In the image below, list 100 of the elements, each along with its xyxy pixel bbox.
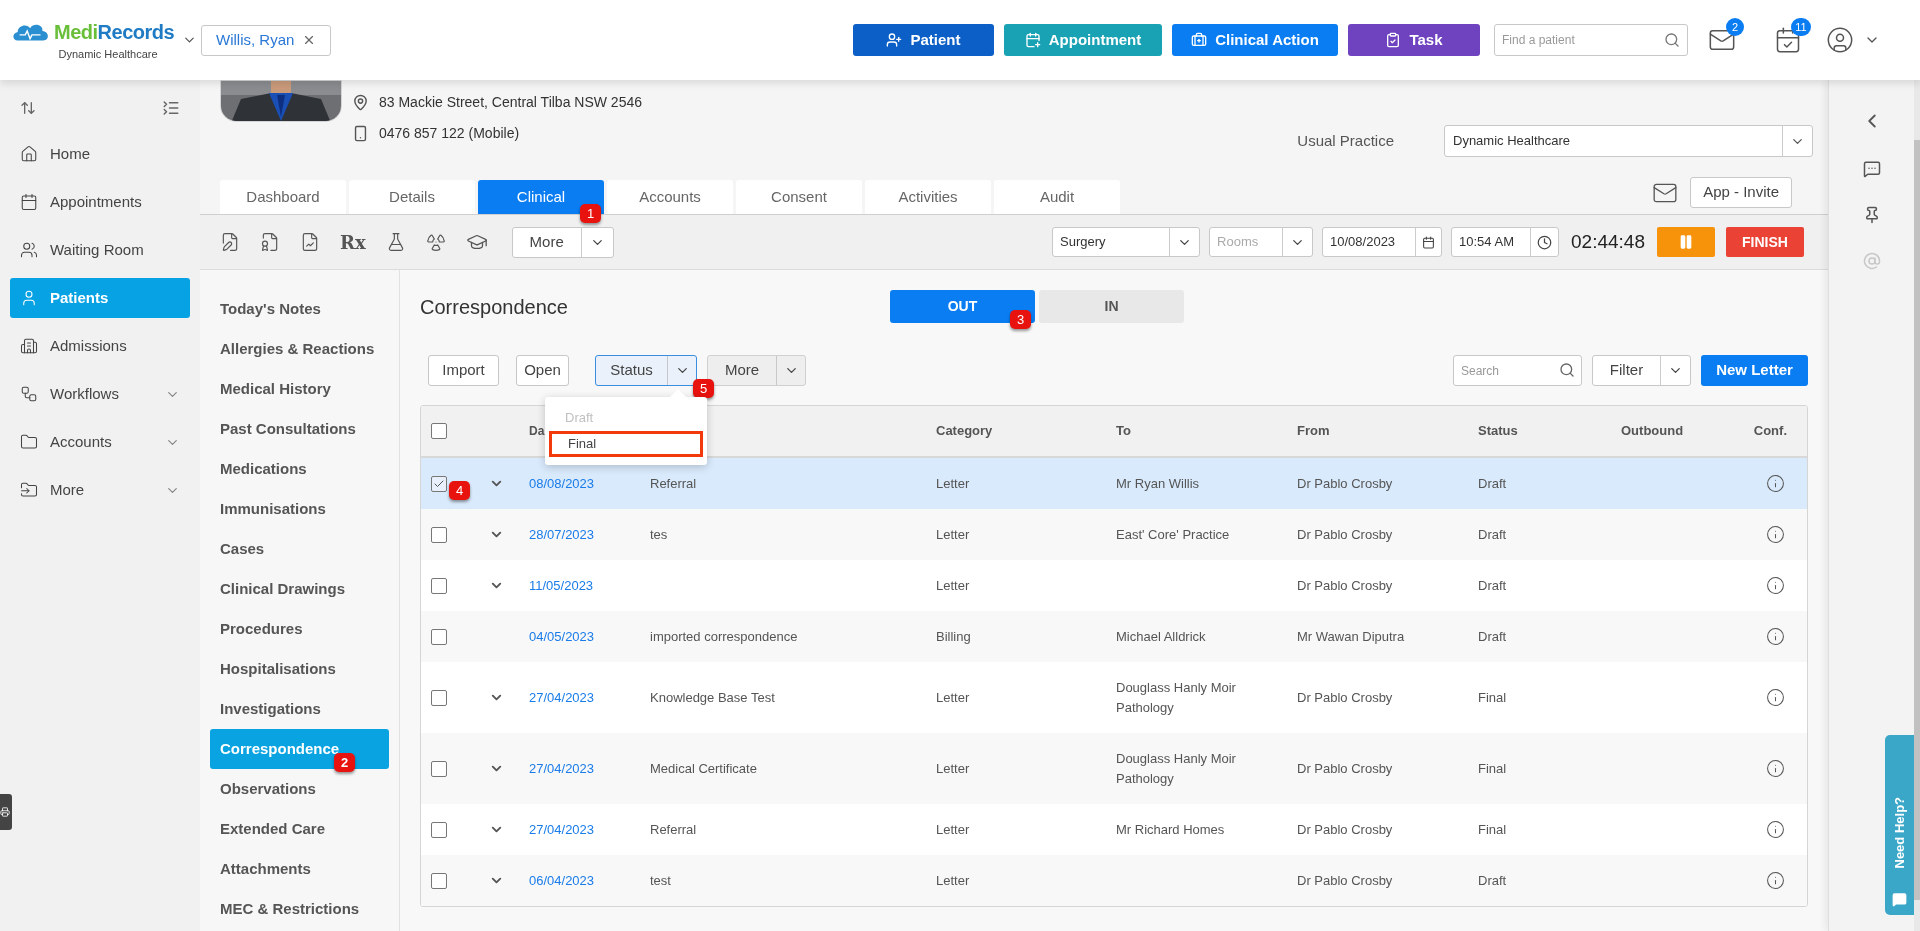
direction-tab[interactable]: IN bbox=[1039, 290, 1184, 323]
table-cell: Michael Alldrick bbox=[1116, 628, 1206, 644]
note-edit-icon[interactable] bbox=[220, 232, 240, 252]
clinical-nav-item[interactable]: Past Consultations bbox=[210, 409, 389, 449]
chat-icon[interactable] bbox=[1862, 160, 1881, 178]
open-button[interactable]: Open bbox=[516, 355, 569, 386]
user-avatar-icon[interactable] bbox=[1826, 26, 1854, 54]
practice-select[interactable]: Dynamic Healthcare bbox=[1444, 125, 1813, 157]
date-link[interactable]: 08/08/2023 bbox=[529, 475, 595, 491]
action-button[interactable]: Clinical Action bbox=[1172, 24, 1338, 56]
table-row[interactable]: 4 08/08/2023 Referral Letter Mr Ryan Willis Dr Pablo Crosby Draft bbox=[421, 458, 1807, 509]
clinical-nav-item[interactable]: Today's Notes bbox=[210, 289, 389, 329]
info-icon[interactable] bbox=[1766, 525, 1785, 544]
row-checkbox[interactable] bbox=[431, 526, 447, 543]
tab[interactable]: Dashboard bbox=[220, 180, 346, 214]
table-cell: Mr Richard Homes bbox=[1116, 821, 1225, 837]
clinical-nav-item[interactable]: Immunisations bbox=[210, 489, 389, 529]
nav-icon bbox=[20, 337, 38, 355]
date-link[interactable]: 27/04/2023 bbox=[529, 689, 595, 705]
patient-tab[interactable]: Willis, Ryan bbox=[201, 24, 332, 56]
import-button[interactable]: Import bbox=[428, 355, 499, 386]
clinical-nav-item[interactable]: Clinical Drawings bbox=[210, 569, 389, 609]
search-icon bbox=[1664, 32, 1680, 48]
action-button[interactable]: Task bbox=[1348, 24, 1480, 56]
info-icon[interactable] bbox=[1766, 759, 1785, 778]
table-row[interactable]: 28/07/2023 tes Letter East' Core' Practice Dr Pablo Crosby Draft bbox=[421, 509, 1807, 560]
date-link[interactable]: 28/07/2023 bbox=[529, 526, 595, 542]
row-checkbox[interactable] bbox=[431, 760, 447, 777]
more-split-button[interactable]: More bbox=[707, 355, 806, 386]
collapse-icon[interactable] bbox=[162, 99, 180, 117]
tab[interactable]: Consent bbox=[736, 180, 862, 214]
sidebar-item[interactable]: Accounts bbox=[10, 422, 190, 462]
info-icon[interactable] bbox=[1766, 627, 1785, 646]
location-pin-icon bbox=[352, 94, 369, 111]
filter-split-button[interactable]: Filter bbox=[1592, 355, 1691, 386]
patient-search-field[interactable]: Find a patient bbox=[1494, 24, 1688, 56]
date-field[interactable]: 10/08/2023 bbox=[1322, 227, 1443, 257]
clinical-nav-item[interactable]: Correspondence 2 bbox=[210, 729, 389, 769]
table-cell: Letter bbox=[936, 577, 970, 593]
sidebar-item[interactable]: Appointments bbox=[10, 182, 190, 222]
clinical-nav-item[interactable]: Investigations bbox=[210, 689, 389, 729]
date-link[interactable]: 27/04/2023 bbox=[529, 821, 595, 837]
prescription-symbol[interactable]: Rx bbox=[340, 228, 366, 256]
nav-icon bbox=[20, 289, 38, 307]
nav-icon bbox=[20, 193, 38, 211]
info-icon[interactable] bbox=[1766, 474, 1785, 493]
location-select[interactable]: Surgery bbox=[1052, 227, 1201, 257]
row-checkbox[interactable] bbox=[431, 628, 447, 645]
radiation-icon[interactable] bbox=[425, 232, 446, 252]
new-letter-button[interactable]: New Letter bbox=[1701, 355, 1808, 386]
date-link[interactable]: 11/05/2023 bbox=[529, 577, 594, 593]
table-row[interactable]: 04/05/2023 imported correspondence Billing Michael Alldrick Mr Wawan Diputra Draft bbox=[421, 611, 1807, 662]
clinical-nav-item[interactable]: Attachments bbox=[210, 849, 389, 889]
table-row[interactable]: 06/04/2023 test Letter Dr Pablo Crosby Draft bbox=[421, 855, 1807, 906]
tab[interactable]: Audit bbox=[994, 180, 1120, 214]
sidebar-item[interactable]: Admissions bbox=[10, 326, 190, 366]
more-split-button[interactable]: More bbox=[511, 226, 614, 258]
info-icon[interactable] bbox=[1766, 820, 1785, 839]
app-invite-button[interactable]: App - Invite bbox=[1690, 177, 1792, 208]
table-row[interactable]: 27/04/2023 Medical Certificate Letter Douglass Hanly Moir Pathology Dr Pablo Crosby Final bbox=[421, 733, 1807, 804]
up-down-arrow-icon[interactable] bbox=[20, 100, 36, 116]
date-link[interactable]: 27/04/2023 bbox=[529, 760, 595, 776]
row-checkbox[interactable] bbox=[431, 577, 447, 594]
action-icon bbox=[1191, 32, 1208, 48]
search-field[interactable]: Search bbox=[1453, 355, 1582, 386]
info-icon[interactable] bbox=[1766, 688, 1785, 707]
menu-item[interactable]: Final bbox=[549, 431, 703, 457]
clinical-nav-item[interactable]: Hospitalisations bbox=[210, 649, 389, 689]
tab[interactable]: Accounts bbox=[607, 180, 733, 214]
clinical-nav-item[interactable]: Observations bbox=[210, 769, 389, 809]
info-icon[interactable] bbox=[1766, 576, 1785, 595]
clinical-nav-item[interactable]: Medical History bbox=[210, 369, 389, 409]
clinical-nav-item[interactable]: Procedures bbox=[210, 609, 389, 649]
sidebar-item[interactable]: Workflows bbox=[10, 374, 190, 414]
action-button[interactable]: Patient bbox=[853, 24, 994, 56]
clinical-nav-item[interactable]: Extended Care bbox=[210, 809, 389, 849]
time-field[interactable]: 10:54 AM bbox=[1451, 227, 1560, 257]
sidebar-item[interactable]: Waiting Room bbox=[10, 230, 190, 270]
row-checkbox[interactable] bbox=[431, 475, 447, 492]
sidebar-item[interactable]: More bbox=[10, 470, 190, 510]
tab[interactable]: Activities bbox=[865, 180, 991, 214]
document-badge-icon[interactable] bbox=[260, 232, 280, 252]
clinical-nav-item[interactable]: Medications bbox=[210, 449, 389, 489]
tab[interactable]: Details bbox=[349, 180, 475, 214]
row-checkbox[interactable] bbox=[431, 689, 447, 706]
clinical-nav-item[interactable]: Allergies & Reactions bbox=[210, 329, 389, 369]
clinical-nav-item[interactable]: Cases bbox=[210, 529, 389, 569]
chat-icon bbox=[1892, 892, 1907, 907]
clinical-nav-item[interactable]: MEC & Restrictions bbox=[210, 889, 389, 929]
row-checkbox[interactable] bbox=[431, 872, 447, 889]
row-checkbox[interactable] bbox=[431, 821, 447, 838]
chart-document-icon[interactable] bbox=[300, 232, 320, 252]
status-split-button[interactable]: Status bbox=[595, 355, 697, 386]
finish-button[interactable]: FINISH bbox=[1726, 227, 1804, 257]
info-icon[interactable] bbox=[1766, 871, 1785, 890]
sidebar-item[interactable]: Home bbox=[10, 134, 190, 174]
select-all-checkbox[interactable] bbox=[431, 423, 447, 439]
step-badge: 1 bbox=[580, 204, 602, 223]
date-link[interactable]: 06/04/2023 bbox=[529, 872, 595, 888]
date-link[interactable]: 04/05/2023 bbox=[529, 628, 595, 644]
